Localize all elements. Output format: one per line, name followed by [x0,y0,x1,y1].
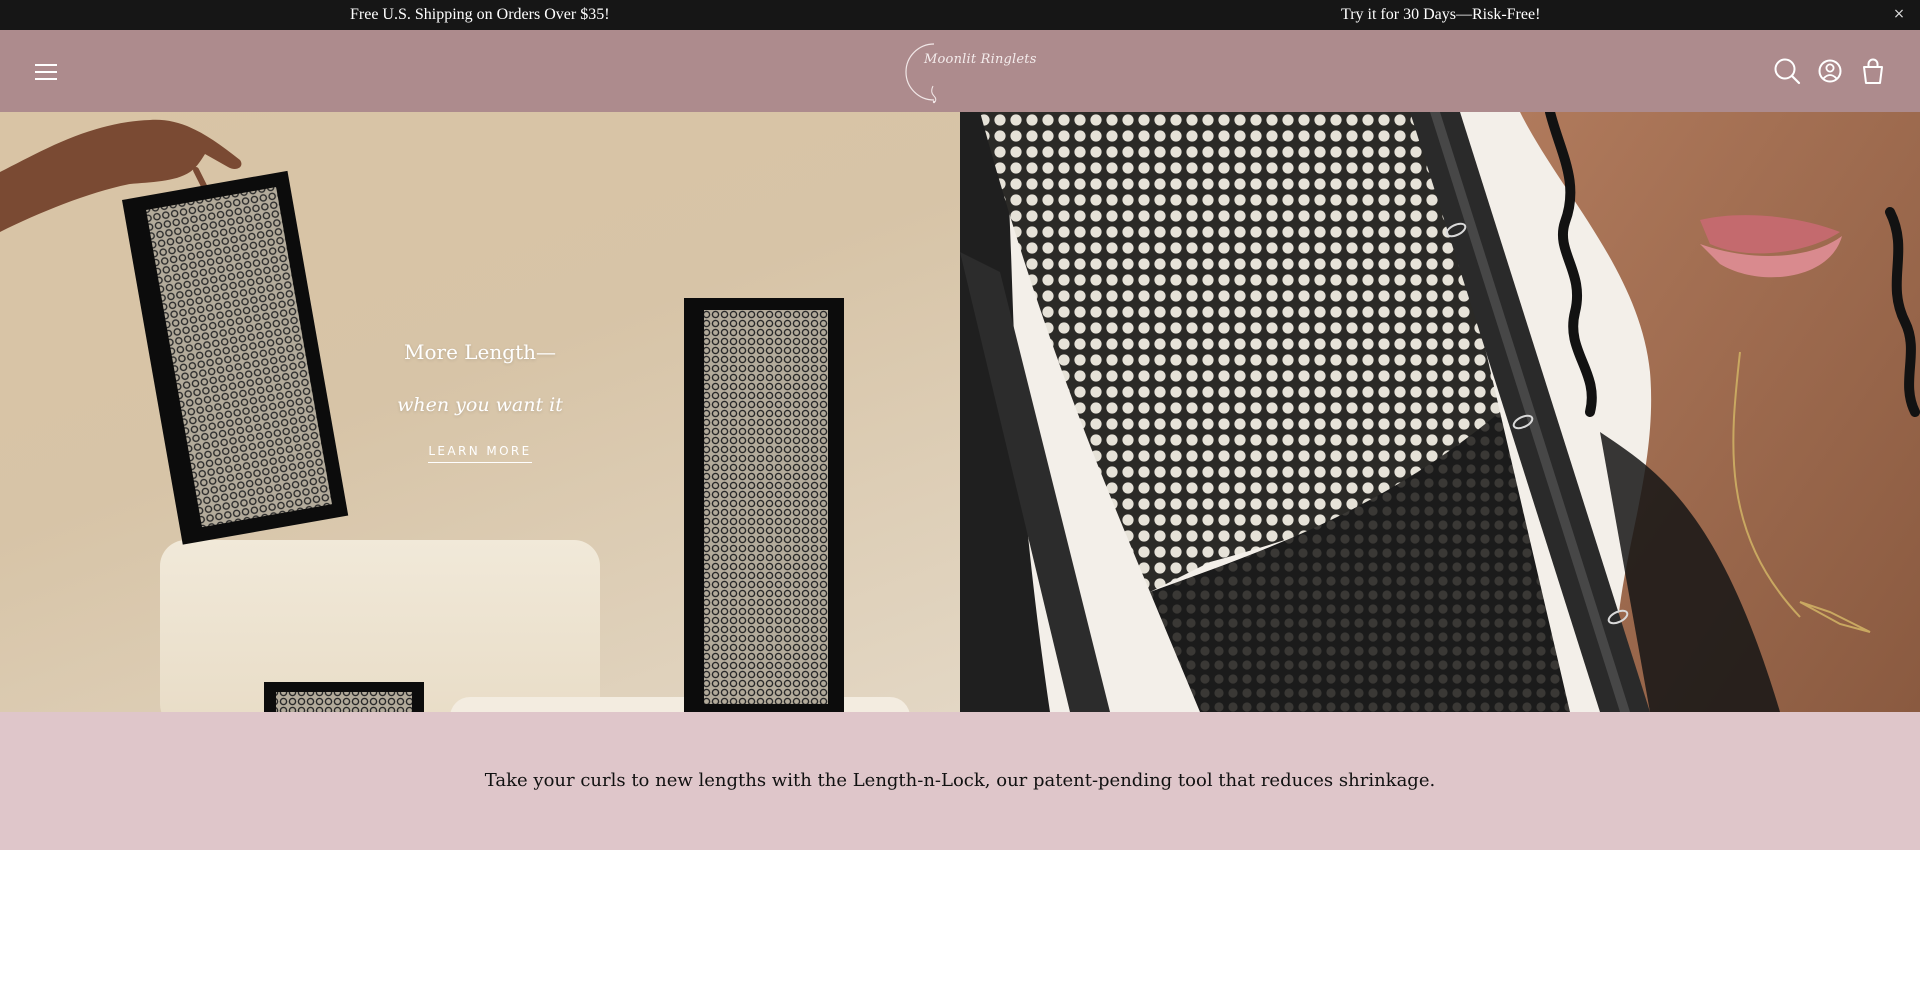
announcement-bar: Free U.S. Shipping on Orders Over $35! T… [0,0,1920,30]
tagline-text: Take your curls to new lengths with the … [484,770,1436,791]
hero-model-image [960,112,1920,712]
site-header: Moonlit Ringlets [0,30,1920,112]
announcement-shipping: Free U.S. Shipping on Orders Over $35! [350,6,610,23]
tagline-band: Take your curls to new lengths with the … [0,712,1920,850]
cart-icon[interactable] [1856,54,1890,88]
moon-logo-icon [905,43,937,104]
hero-text-block: More Length— when you want it LEARN MORE [340,340,620,463]
brand-logo[interactable]: Moonlit Ringlets [900,38,1036,106]
account-icon[interactable] [1813,54,1847,88]
learn-more-link[interactable]: LEARN MORE [428,444,532,463]
hero-subheading: when you want it [397,394,563,416]
hero-heading: More Length— [404,340,556,364]
hero-product-image: More Length— when you want it LEARN MORE [0,112,960,712]
content-area [0,850,1920,993]
search-icon[interactable] [1770,54,1804,88]
hero-section: More Length— when you want it LEARN MORE [0,112,1920,712]
close-announcement-button[interactable]: × [1892,6,1906,22]
hamburger-menu-icon[interactable] [30,58,62,86]
announcement-trial: Try it for 30 Days—Risk-Free! [1341,6,1541,23]
logo-wordmark: Moonlit Ringlets [924,52,1037,67]
